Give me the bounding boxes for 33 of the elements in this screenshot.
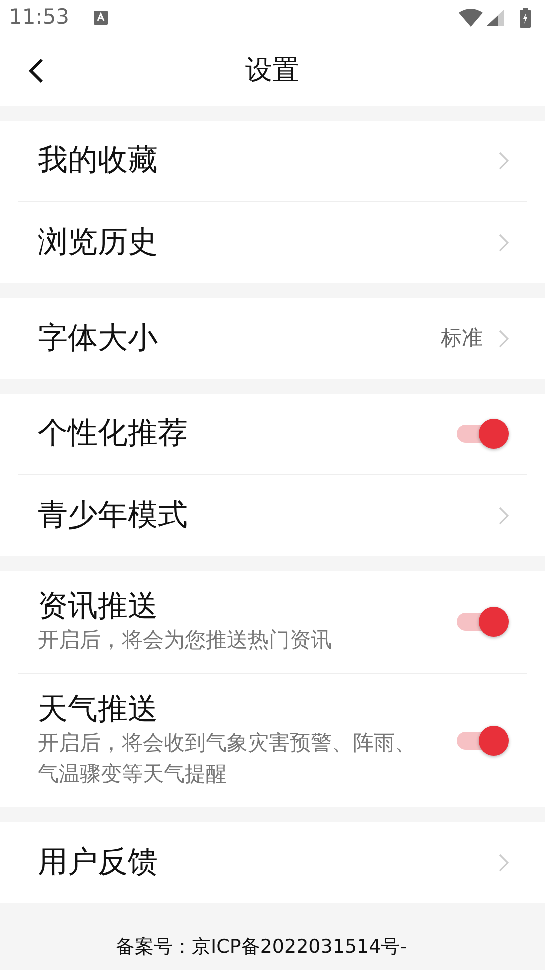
chevron-right-icon [499, 506, 509, 524]
settings-row[interactable]: 天气推送 开启后，将会收到气象灾害预警、阵雨、气温骤变等天气提醒 [18, 674, 527, 808]
toggle-switch[interactable] [457, 726, 509, 756]
page-title: 设置 [246, 54, 300, 88]
icp-record-text: 备案号：京ICP备2022031514号- [116, 935, 408, 960]
settings-row[interactable]: 我的收藏 [18, 121, 527, 202]
settings-row[interactable]: 资讯推送 开启后，将会为您推送热门资讯 [18, 571, 527, 674]
toggle-switch[interactable] [457, 419, 509, 449]
row-title: 字体大小 [38, 320, 159, 356]
row-value: 标准 [441, 324, 483, 352]
chevron-right-icon [499, 854, 509, 872]
settings-row[interactable]: 青少年模式 [18, 475, 527, 556]
settings-row[interactable]: 浏览历史 [18, 202, 527, 283]
toggle-switch[interactable] [457, 607, 509, 638]
clock: 11:53 [9, 4, 70, 32]
back-icon[interactable] [28, 58, 44, 84]
row-title: 青少年模式 [38, 498, 189, 534]
row-title: 个性化推荐 [38, 416, 189, 452]
keyboard-notification-icon [94, 11, 108, 25]
row-title: 我的收藏 [38, 143, 159, 179]
row-title: 用户反馈 [38, 844, 159, 881]
chevron-right-icon [499, 152, 509, 170]
wifi-icon [459, 9, 483, 27]
signal-icon [487, 10, 504, 26]
row-title: 资讯推送 [38, 589, 159, 625]
chevron-right-icon [499, 330, 509, 348]
row-title: 浏览历史 [38, 224, 159, 260]
settings-row[interactable]: 个性化推荐 [18, 394, 527, 475]
battery-icon [520, 8, 531, 28]
row-description: 开启后，将会为您推送热门资讯 [38, 627, 333, 654]
row-title: 天气推送 [38, 692, 159, 728]
row-description: 开启后，将会收到气象灾害预警、阵雨、气温骤变等天气提醒 [38, 730, 417, 788]
chevron-right-icon [499, 234, 509, 252]
